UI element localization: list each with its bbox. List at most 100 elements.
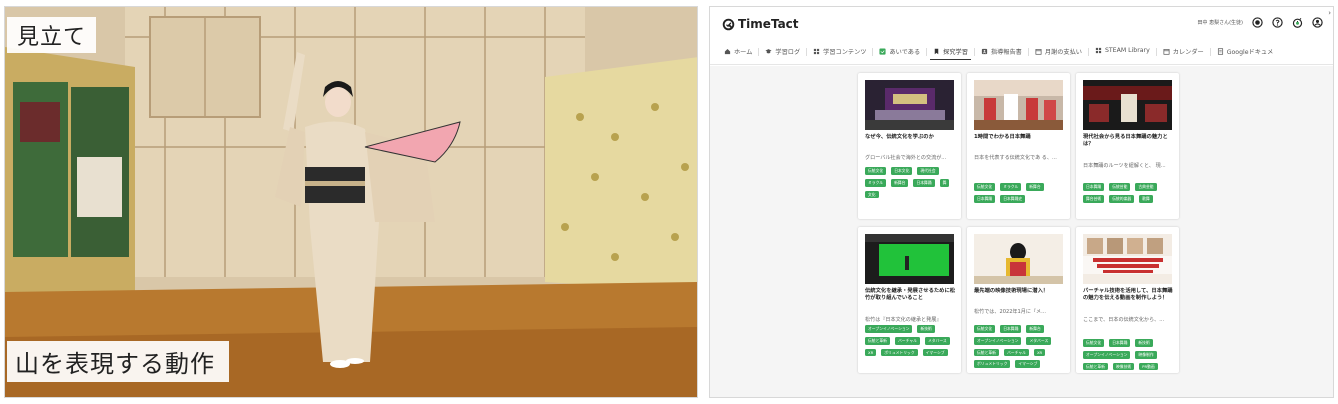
tab-6[interactable]: 指導報告書 — [975, 45, 1028, 60]
tag-chip[interactable]: 伝統と革新 — [865, 336, 890, 345]
bookmark-icon — [934, 48, 939, 55]
tag-chip[interactable]: 舞台芸術 — [1083, 194, 1105, 203]
card-title[interactable]: 最先端の映像技術現場に潜入！ — [974, 288, 1065, 295]
caption-bottom: 山を表現する動作 — [7, 341, 229, 382]
tag-chip[interactable]: PR動画 — [1139, 362, 1158, 371]
tag-chip[interactable]: ミラクル — [865, 178, 887, 187]
content-card[interactable]: 伝統文化を継承・発展させるために松竹が取り組んでいること松竹は『日本文化の継承と… — [858, 227, 961, 373]
tag-chip[interactable]: バーチャル — [894, 336, 920, 345]
card-description: ここまで、日本の伝統文化から、... — [1083, 317, 1165, 323]
tab-label: 探究学習 — [943, 49, 968, 56]
timetact-logo-icon — [722, 18, 735, 30]
content-card[interactable]: バーチャル技術を活用して、日本舞踊の魅力を伝える動画を制作しよう！ ここまで、日本… — [1076, 227, 1179, 373]
card-title[interactable]: 現代社会から見る日本舞踊の魅力とは？ — [1083, 134, 1174, 148]
tab-7[interactable]: 月謝の支払い — [1029, 45, 1088, 60]
card-title[interactable]: 1時間でわかる日本舞踊 — [974, 134, 1065, 141]
tag-chip[interactable]: オープンイノベーション — [1083, 350, 1131, 359]
tag-chip[interactable]: 新技術 — [1135, 339, 1153, 347]
report-icon — [981, 48, 988, 55]
card-title[interactable]: バーチャル技術を活用して、日本舞踊の魅力を伝える動画を制作しよう！ — [1083, 288, 1174, 302]
help-icon[interactable] — [1272, 17, 1283, 28]
card-thumbnail[interactable] — [1083, 234, 1172, 284]
content-card[interactable]: なぜ今、伝統文化を学ぶのか グローバル社会で海外との交流が... 伝統文化 日本文化現… — [858, 73, 961, 219]
tab-10[interactable]: Googleドキュメ — [1211, 45, 1280, 60]
account-icon[interactable] — [1312, 17, 1323, 28]
card-thumbnail[interactable] — [865, 234, 954, 284]
tag-chip[interactable]: イマーシブ — [1015, 360, 1041, 369]
card-thumbnail[interactable] — [974, 234, 1063, 284]
idea-icon — [879, 48, 887, 55]
tag-chip[interactable]: 映像技術 — [1112, 362, 1135, 371]
timer-icon[interactable] — [1292, 17, 1303, 28]
tag-chip[interactable]: メタバース — [1026, 336, 1052, 345]
tag-chip[interactable]: 伝統的楽器 — [1109, 194, 1135, 203]
tab-1[interactable]: ホーム — [718, 45, 758, 60]
tab-9[interactable]: カレンダー — [1157, 45, 1210, 60]
card-tags: 伝統文化 ミラクル 新舞台日本舞踊 日本舞踊史 — [974, 183, 1068, 203]
tag-chip[interactable]: 伝統芸能 — [1109, 183, 1131, 191]
tab-5[interactable]: 探究学習 — [927, 45, 974, 60]
card-description: 松竹では、2022年1月に『メ... — [974, 309, 1046, 315]
tag-chip[interactable]: ボリュメトリック — [974, 360, 1011, 369]
user-name[interactable]: 田中 恵梨さん(生徒) — [1198, 19, 1244, 26]
tag-chip[interactable]: 歌舞 — [1139, 194, 1153, 203]
tabs-scroll-right-icon[interactable]: › — [1328, 9, 1331, 17]
video-frame[interactable]: 見立て 山を表現する動作 — [4, 6, 698, 398]
brand-logo[interactable]: TimeTact — [722, 17, 799, 31]
tag-chip[interactable]: 新舞台 — [1026, 325, 1044, 333]
tag-chip[interactable]: 伝統と革新 — [1083, 362, 1108, 371]
tag-chip[interactable]: 日本舞踊 — [1000, 325, 1022, 333]
record-icon[interactable] — [1252, 17, 1263, 28]
tag-chip[interactable]: オープンイノベーション — [865, 325, 913, 333]
content-area: なぜ今、伝統文化を学ぶのか グローバル社会で海外との交流が... 伝統文化 日本文化現… — [710, 66, 1333, 397]
tag-chip[interactable]: XR — [865, 348, 877, 357]
tab-label: カレンダー — [1172, 49, 1204, 56]
tag-chip[interactable]: バーチャル — [1003, 348, 1029, 357]
tab-2[interactable]: 学習ログ — [759, 45, 806, 60]
content-card[interactable]: 現代社会から見る日本舞踊の魅力とは？ 日本舞踊のルーツを紐解くと、 現... 日本舞… — [1076, 73, 1179, 219]
tag-chip[interactable]: 伝統文化 — [974, 325, 996, 333]
tag-chip[interactable]: XR — [1033, 348, 1046, 357]
content-card[interactable]: 1時間でわかる日本舞踊 日本を代表する伝統文化であ る、... 伝統文化 ミラクル 新舞… — [967, 73, 1070, 219]
tab-4[interactable]: あいである — [873, 45, 926, 60]
tag-chip[interactable]: ボリュメトリック — [881, 348, 918, 357]
doc-icon — [1217, 48, 1223, 55]
card-thumbnail[interactable] — [974, 80, 1063, 130]
tag-chip[interactable]: 伝統文化 — [974, 183, 996, 191]
tag-chip[interactable]: 舞 — [939, 178, 950, 187]
card-title[interactable]: なぜ今、伝統文化を学ぶのか — [865, 134, 956, 141]
tag-chip[interactable]: ミラクル — [1000, 183, 1022, 191]
tag-chip[interactable]: 映像制作 — [1135, 350, 1157, 359]
tag-chip[interactable]: 日本舞踊 — [913, 178, 935, 187]
tag-chip[interactable]: 日本文化 — [891, 167, 913, 175]
tag-chip[interactable]: 伝統と革新 — [974, 348, 999, 357]
content-card-grid: なぜ今、伝統文化を学ぶのか グローバル社会で海外との交流が... 伝統文化 日本文化現… — [858, 73, 1188, 373]
tab-8[interactable]: STEAM Library — [1089, 45, 1156, 58]
tab-label: ホーム — [734, 49, 753, 56]
card-thumbnail[interactable] — [1083, 80, 1172, 130]
card-description: 松竹は『日本文化の継承と発展』 — [865, 317, 942, 323]
tag-chip[interactable]: 伝統文化 — [1083, 339, 1105, 347]
main-tabs: ホーム 学習ログ 学習コンテンツ あいである 探究学習 指導報告書 月謝の支払い STEAM … — [718, 45, 1333, 63]
screen: 見立て 山を表現する動作 TimeTact 田中 恵梨さん(生徒) ホーム 学習… — [0, 0, 1338, 404]
tag-chip[interactable]: 文化 — [865, 190, 879, 199]
tag-chip[interactable]: 新舞台 — [891, 178, 909, 187]
card-title[interactable]: 伝統文化を継承・発展させるために松竹が取り組んでいること — [865, 288, 956, 302]
tag-chip[interactable]: 新舞台 — [1026, 183, 1044, 191]
tag-chip[interactable]: オープンイノベーション — [974, 336, 1022, 345]
tag-chip[interactable]: 日本舞踊史 — [1000, 194, 1026, 203]
tag-chip[interactable]: 伝統文化 — [865, 167, 887, 175]
content-card[interactable]: 最先端の映像技術現場に潜入！ 松竹では、2022年1月に『メ... 伝統文化 日本舞踊… — [967, 227, 1070, 373]
tag-chip[interactable]: メタバース — [924, 336, 950, 345]
tag-chip[interactable]: 日本舞踊 — [974, 194, 996, 203]
tag-chip[interactable]: イマーシブ — [922, 348, 948, 357]
tag-chip[interactable]: 新技術 — [917, 325, 935, 333]
tab-3[interactable]: 学習コンテンツ — [807, 45, 872, 60]
home-icon — [724, 49, 731, 55]
tag-chip[interactable]: 日本舞踊 — [1109, 339, 1131, 347]
card-description: グローバル社会で海外との交流が... — [865, 155, 947, 161]
tag-chip[interactable]: 日本舞踊 — [1083, 183, 1105, 191]
tag-chip[interactable]: 古典芸能 — [1135, 183, 1157, 191]
tag-chip[interactable]: 現代社会 — [917, 167, 939, 175]
card-thumbnail[interactable] — [865, 80, 954, 130]
